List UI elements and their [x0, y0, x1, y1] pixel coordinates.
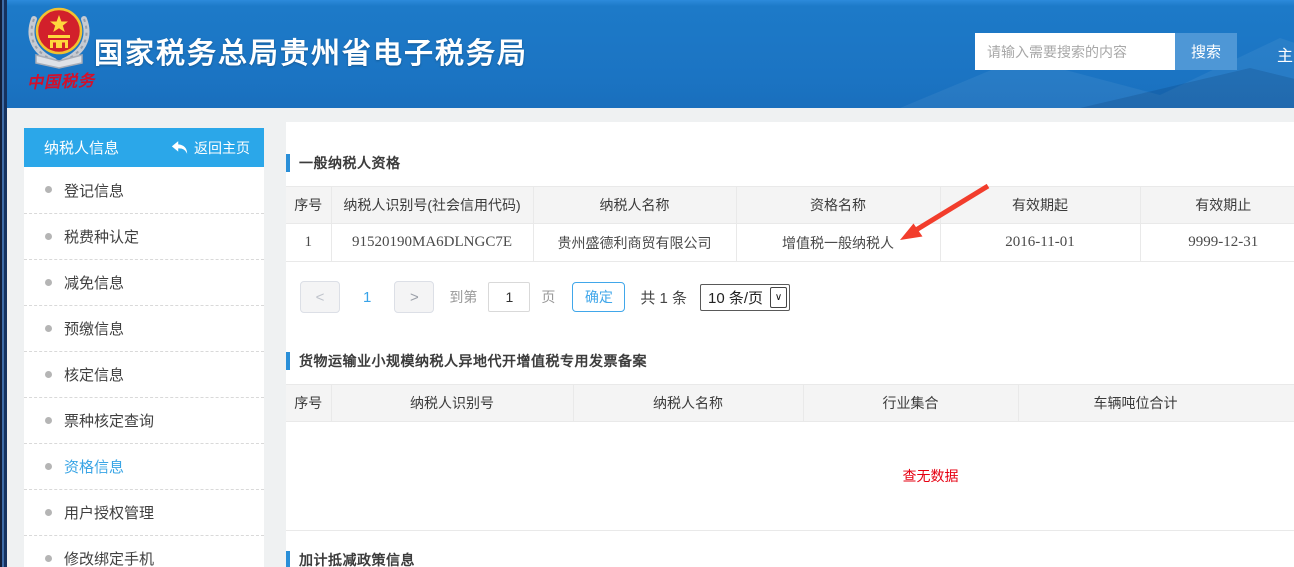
- section-title-freight-filing: 货物运输业小规模纳税人异地代开增值税专用发票备案: [286, 352, 647, 370]
- col-valid-to: 有效期止: [1140, 187, 1294, 224]
- search-input[interactable]: [975, 33, 1175, 70]
- cell-valid-from: 2016-11-01: [940, 224, 1140, 262]
- sidebar-header: 纳税人信息 返回主页: [24, 128, 264, 167]
- section-bar: [286, 551, 290, 567]
- site-title: 国家税务总局贵州省电子税务局: [94, 30, 528, 72]
- col-valid-from: 有效期起: [940, 187, 1140, 224]
- reply-arrow-icon: [171, 140, 188, 155]
- tax-emblem-logo: [24, 5, 94, 71]
- cell-valid-to: 9999-12-31: [1140, 224, 1294, 262]
- sidebar-item-registration-info[interactable]: 登记信息: [24, 167, 264, 213]
- confirm-page-button[interactable]: 确定: [572, 282, 625, 312]
- current-page-number[interactable]: 1: [363, 289, 371, 306]
- page-size-value: 10 条/页: [701, 287, 768, 308]
- col-vehicle-tonnage: 车辆吨位合计: [1018, 385, 1294, 422]
- col-seq: 序号: [286, 385, 331, 422]
- page-size-select[interactable]: 10 条/页 ∨: [700, 284, 790, 311]
- cell-qualification-name: 增值税一般纳税人: [736, 224, 940, 262]
- section-title-general-taxpayer: 一般纳税人资格: [286, 154, 401, 172]
- top-header: 中国税务 国家税务总局贵州省电子税务局 搜索 主页: [0, 0, 1294, 108]
- page-unit-label: 页: [541, 287, 555, 307]
- no-data-row: 查无数据: [286, 421, 1294, 531]
- col-qualification-name: 资格名称: [736, 187, 940, 224]
- col-seq: 序号: [286, 187, 331, 224]
- back-to-home-label: 返回主页: [194, 138, 250, 158]
- cell-taxpayer-id: 91520190MA6DLNGC7E: [331, 224, 533, 262]
- col-taxpayer-name: 纳税人名称: [533, 187, 736, 224]
- sidebar-item-tax-type-determination[interactable]: 税费种认定: [24, 213, 264, 259]
- general-taxpayer-table: 序号 纳税人识别号(社会信用代码) 纳税人名称 资格名称 有效期起 有效期止 1…: [286, 186, 1294, 262]
- window-edge-strip: [0, 0, 7, 567]
- cell-taxpayer-name: 贵州盛德利商贸有限公司: [533, 224, 736, 262]
- col-taxpayer-id: 纳税人识别号(社会信用代码): [331, 187, 533, 224]
- next-page-button[interactable]: >: [394, 281, 434, 313]
- section-title-deduction-policy: 加计抵减政策信息: [286, 551, 415, 567]
- sidebar-item-verification-info[interactable]: 核定信息: [24, 351, 264, 397]
- main-content-panel: 一般纳税人资格 序号 纳税人识别号(社会信用代码) 纳税人名称 资格名称 有效期…: [286, 122, 1294, 567]
- search-button[interactable]: 搜索: [1175, 33, 1237, 70]
- sidebar-item-user-authorization[interactable]: 用户授权管理: [24, 489, 264, 535]
- home-link[interactable]: 主页: [1277, 42, 1294, 66]
- sidebar-item-invoice-type-query[interactable]: 票种核定查询: [24, 397, 264, 443]
- sidebar-item-prepayment-info[interactable]: 预缴信息: [24, 305, 264, 351]
- pagination-bar: < 1 > 到第 页 确定 共 1 条 10 条/页 ∨: [300, 281, 790, 313]
- page-number-input[interactable]: [488, 282, 530, 312]
- col-taxpayer-name: 纳税人名称: [573, 385, 803, 422]
- section-bar: [286, 154, 290, 172]
- chevron-down-icon: ∨: [770, 287, 787, 308]
- cell-seq: 1: [286, 224, 331, 262]
- sidebar-nav: 纳税人信息 返回主页 登记信息 税费种认定 减免信息 预缴信息 核定信息 票种核…: [24, 128, 264, 567]
- col-taxpayer-id: 纳税人识别号: [331, 385, 573, 422]
- col-industry-set: 行业集合: [803, 385, 1018, 422]
- sidebar-item-reduction-info[interactable]: 减免信息: [24, 259, 264, 305]
- prev-page-button[interactable]: <: [300, 281, 340, 313]
- sidebar-title: 纳税人信息: [44, 137, 119, 158]
- emblem-caption: 中国税务: [22, 67, 101, 94]
- back-to-home-link[interactable]: 返回主页: [171, 138, 250, 158]
- section-bar: [286, 352, 290, 370]
- freight-filing-table: 序号 纳税人识别号 纳税人名称 行业集合 车辆吨位合计: [286, 384, 1294, 422]
- sidebar-item-qualification-info[interactable]: 资格信息: [24, 443, 264, 489]
- table-row: 1 91520190MA6DLNGC7E 贵州盛德利商贸有限公司 增值税一般纳税…: [286, 224, 1294, 262]
- sidebar-item-change-bound-phone[interactable]: 修改绑定手机: [24, 535, 264, 567]
- no-data-text: 查无数据: [903, 466, 959, 486]
- goto-page-label: 到第: [449, 287, 477, 307]
- table-header-row: 序号 纳税人识别号(社会信用代码) 纳税人名称 资格名称 有效期起 有效期止: [286, 187, 1294, 224]
- total-count-label: 共 1 条: [640, 287, 687, 308]
- table-header-row: 序号 纳税人识别号 纳税人名称 行业集合 车辆吨位合计: [286, 385, 1294, 422]
